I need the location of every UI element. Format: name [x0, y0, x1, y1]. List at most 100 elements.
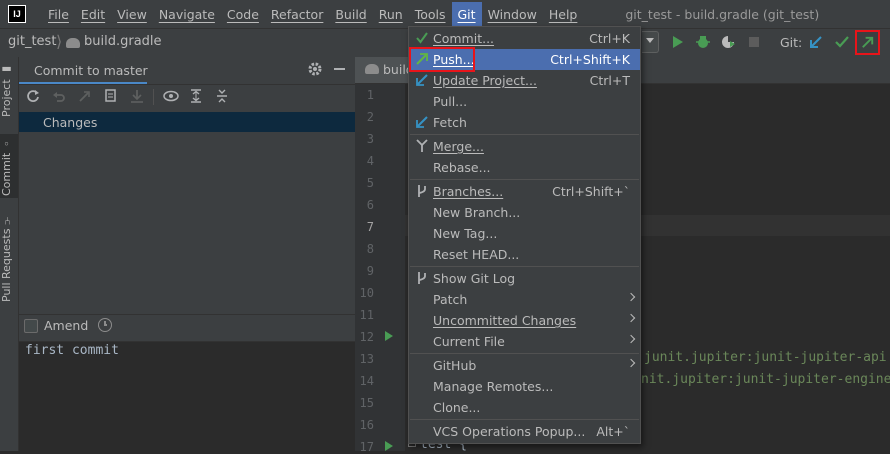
menu-bar: IJ File Edit View Navigate Code Refactor…	[0, 0, 890, 28]
run-gutter-icon[interactable]	[385, 441, 393, 451]
git-menu-patch[interactable]: Patch	[409, 289, 640, 310]
menu-code[interactable]: Code	[221, 2, 265, 26]
push-toolbar-button[interactable]	[855, 30, 880, 55]
menu-item-label: GitHub	[433, 358, 477, 373]
menu-item-label: Commit...	[433, 31, 495, 46]
window-title: git_test - build.gradle (git_test)	[625, 6, 820, 22]
clock-icon[interactable]	[98, 318, 112, 332]
git-menu-fetch[interactable]: Fetch	[409, 112, 640, 133]
git-menu-current-file[interactable]: Current File	[409, 331, 640, 352]
move-changes-icon[interactable]	[78, 89, 92, 103]
menu-separator	[410, 179, 639, 180]
gear-icon[interactable]	[307, 61, 323, 77]
line-number: 4	[366, 154, 374, 168]
breadcrumb-file[interactable]: build.gradle	[84, 34, 162, 49]
menu-item-label: VCS Operations Popup...	[433, 424, 586, 439]
git-menu-commit[interactable]: Commit... Ctrl+K	[409, 28, 640, 49]
menu-refactor[interactable]: Refactor	[265, 2, 329, 26]
git-menu-branches[interactable]: Branches... Ctrl+Shift+`	[409, 181, 640, 202]
app-logo: IJ	[8, 5, 26, 23]
expand-all-icon[interactable]	[189, 89, 203, 103]
commit-check-icon[interactable]	[833, 33, 851, 51]
line-number: 14	[359, 374, 374, 388]
breadcrumb-project[interactable]: git_test	[8, 34, 56, 49]
pull-request-icon: ⑂	[0, 214, 13, 226]
menu-file[interactable]: File	[42, 2, 75, 26]
line-number: 2	[366, 110, 374, 124]
menu-item-shortcut: Ctrl+K	[589, 31, 630, 46]
menu-item-label: New Branch...	[433, 205, 521, 220]
menu-window[interactable]: Window	[482, 2, 543, 26]
line-number: 3	[366, 132, 374, 146]
refresh-icon[interactable]	[26, 89, 40, 103]
menu-separator	[410, 134, 639, 135]
menu-tools[interactable]: Tools	[409, 2, 452, 26]
submenu-arrow-icon	[626, 358, 636, 368]
debug-icon[interactable]	[694, 33, 712, 51]
tab-pull-requests-label: Pull Requests	[0, 228, 13, 302]
amend-label[interactable]: Amend	[44, 318, 88, 333]
git-menu-merge[interactable]: Merge...	[409, 136, 640, 157]
run-icon[interactable]	[668, 33, 686, 51]
collapse-all-icon[interactable]	[215, 89, 229, 103]
check-icon	[416, 32, 428, 44]
run-config-dropdown[interactable]	[642, 31, 659, 53]
stop-icon[interactable]	[745, 33, 763, 51]
tab-project[interactable]: Project ▬	[0, 60, 18, 120]
menu-item-label: Clone...	[433, 400, 481, 415]
menu-item-label: Fetch	[433, 115, 467, 130]
branch-icon	[418, 185, 426, 197]
line-number: 6	[366, 198, 374, 212]
changes-tree[interactable]	[19, 132, 355, 312]
git-menu-new-tag[interactable]: New Tag...	[409, 223, 640, 244]
menu-edit[interactable]: Edit	[75, 2, 111, 26]
coverage-icon[interactable]	[719, 33, 737, 51]
git-menu-uncommitted-changes[interactable]: Uncommitted Changes	[409, 310, 640, 331]
commit-toolbar	[19, 85, 355, 111]
show-diff-icon[interactable]	[104, 89, 118, 103]
minimize-icon[interactable]	[334, 68, 345, 70]
run-gutter-icon[interactable]	[385, 331, 393, 341]
folder-icon: ▬	[0, 62, 13, 76]
menu-navigate[interactable]: Navigate	[153, 2, 221, 26]
tab-pull-requests[interactable]: Pull Requests ⑂	[0, 210, 18, 306]
eye-icon[interactable]	[163, 89, 179, 103]
line-number: 1	[366, 88, 374, 102]
line-number: 15	[359, 396, 374, 410]
git-menu-show-git-log[interactable]: Show Git Log	[409, 268, 640, 289]
code-line-13: junit.jupiter:junit-jupiter-api	[644, 350, 887, 365]
git-menu-new-branch[interactable]: New Branch...	[409, 202, 640, 223]
commit-message-text: first commit	[25, 343, 119, 358]
git-menu-manage-remotes[interactable]: Manage Remotes...	[409, 376, 640, 397]
line-number: 7	[366, 220, 374, 234]
git-menu-reset-head[interactable]: Reset HEAD...	[409, 244, 640, 265]
fetch-icon	[416, 116, 428, 128]
line-number: 9	[366, 264, 374, 278]
menu-help[interactable]: Help	[543, 2, 584, 26]
line-number: 12	[359, 330, 374, 344]
amend-checkbox[interactable]	[24, 319, 38, 333]
git-menu-vcs-operations-popup[interactable]: VCS Operations Popup... Alt+`	[409, 421, 640, 442]
menu-separator	[410, 419, 639, 420]
update-project-icon[interactable]	[807, 33, 825, 51]
menu-git[interactable]: Git	[451, 2, 482, 26]
git-menu-clone[interactable]: Clone...	[409, 397, 640, 418]
menu-view[interactable]: View	[111, 2, 153, 26]
line-number: 16	[359, 418, 374, 432]
menu-item-label: Update Project...	[433, 73, 537, 88]
commit-panel-title[interactable]: Commit to master	[34, 63, 148, 78]
git-menu-pull[interactable]: Pull...	[409, 91, 640, 112]
toolbar-divider	[153, 89, 154, 105]
tab-commit[interactable]: Commit ◦	[0, 134, 18, 198]
menu-item-label: Patch	[433, 292, 468, 307]
rollback-icon[interactable]	[52, 89, 66, 103]
menu-build[interactable]: Build	[329, 2, 372, 26]
git-menu-rebase[interactable]: Rebase...	[409, 157, 640, 178]
git-menu-update-project[interactable]: Update Project... Ctrl+T	[409, 70, 640, 91]
line-number: 10	[359, 286, 374, 300]
shelve-icon[interactable]	[130, 89, 144, 103]
menu-run[interactable]: Run	[373, 2, 409, 26]
menu-item-shortcut: Ctrl+Shift+`	[552, 184, 630, 199]
changes-node-label: Changes	[43, 115, 98, 130]
git-menu-github[interactable]: GitHub	[409, 355, 640, 376]
